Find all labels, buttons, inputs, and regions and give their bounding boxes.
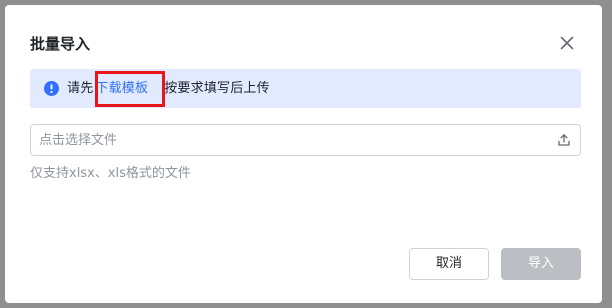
file-select-input[interactable]: 点击选择文件	[30, 124, 581, 156]
upload-icon[interactable]	[557, 133, 571, 147]
alert-suffix: 按要求填写后上传	[164, 81, 270, 96]
import-button[interactable]: 导入	[501, 248, 581, 280]
batch-import-dialog: 批量导入 请先 下载模板 按要求填写后上传 点击选择文件 仅支持xlsx、xls格式…	[5, 5, 602, 303]
download-template-link[interactable]: 下载模板	[95, 81, 148, 96]
file-format-hint: 仅支持xlsx、xls格式的文件	[30, 166, 191, 181]
info-alert: 请先 下载模板 按要求填写后上传	[30, 69, 581, 108]
close-icon	[560, 36, 574, 50]
file-input-placeholder: 点击选择文件	[39, 133, 118, 148]
alert-prefix: 请先	[67, 81, 94, 96]
alert-message: 请先 下载模板 按要求填写后上传	[67, 79, 270, 98]
dialog-title: 批量导入	[30, 35, 91, 53]
info-icon	[44, 81, 59, 96]
cancel-button[interactable]: 取消	[409, 248, 489, 280]
close-button[interactable]	[557, 33, 577, 53]
